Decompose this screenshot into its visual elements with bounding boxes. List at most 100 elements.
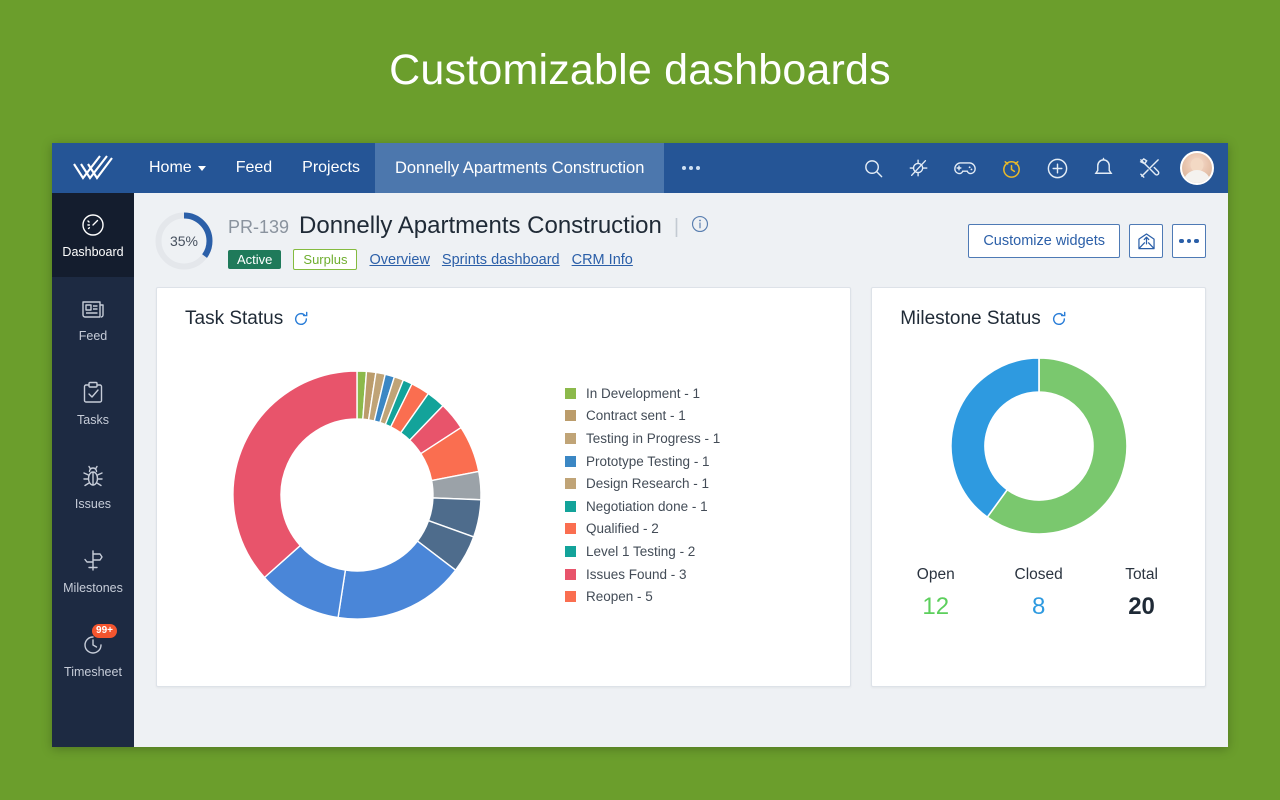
project-header: 35% PR-139 Donnelly Apartments Construct… [134, 193, 1228, 287]
plus-circle-icon[interactable] [1042, 153, 1072, 183]
legend-label: Design Research - 1 [586, 476, 709, 491]
legend-swatch [565, 501, 576, 512]
tools-icon[interactable] [1134, 153, 1164, 183]
project-progress-ring: 35% [154, 211, 214, 271]
sidebar-item-milestones[interactable]: Milestones [52, 529, 134, 613]
legend-item[interactable]: Negotiation done - 1 [565, 495, 850, 518]
bug-icon [80, 464, 106, 490]
status-badge-active[interactable]: Active [228, 250, 281, 269]
top-navigation-bar: Home Feed Projects Donnelly Apartments C… [52, 143, 1228, 193]
legend-item[interactable]: Issues Found - 3 [565, 563, 850, 586]
nav-items: Home Feed Projects Donnelly Apartments C… [134, 143, 664, 193]
milestone-stat-total: Total 20 [1090, 566, 1193, 621]
legend-item[interactable]: Prototype Testing - 1 [565, 450, 850, 473]
legend-swatch [565, 546, 576, 557]
gauge-icon [80, 212, 106, 238]
sidebar-item-issues[interactable]: Issues [52, 445, 134, 529]
milestone-stat-value[interactable]: 12 [884, 593, 987, 621]
legend-label: In Development - 1 [586, 386, 700, 401]
envelope-send-icon[interactable] [1129, 224, 1163, 258]
project-code: PR-139 [228, 217, 289, 238]
timer-clock-icon[interactable] [996, 153, 1026, 183]
plug-disconnect-icon[interactable] [904, 153, 934, 183]
more-options-button[interactable] [1172, 224, 1206, 258]
refresh-icon[interactable] [1051, 311, 1067, 327]
header-actions: Customize widgets [968, 224, 1206, 258]
project-info: PR-139 Donnelly Apartments Construction … [228, 212, 954, 270]
task-status-legend: In Development - 1 Contract sent - 1 Testi… [557, 382, 850, 608]
user-avatar[interactable] [1180, 151, 1214, 185]
milestone-stat-closed: Closed8 [987, 566, 1090, 621]
legend-label: Qualified - 2 [586, 521, 659, 536]
nav-item-label: Home [149, 159, 192, 177]
stopwatch-icon: 99+ [80, 632, 106, 658]
clipboard-check-icon [80, 380, 106, 406]
sidebar-item-label: Feed [79, 329, 108, 343]
project-title-row: PR-139 Donnelly Apartments Construction … [228, 212, 954, 240]
legend-label: Level 1 Testing - 2 [586, 544, 695, 559]
customize-widgets-button[interactable]: Customize widgets [968, 224, 1120, 258]
title-separator: | [672, 216, 681, 239]
legend-item[interactable]: Testing in Progress - 1 [565, 427, 850, 450]
milestone-stats: Open12Closed8Total20 [872, 566, 1205, 621]
legend-label: Contract sent - 1 [586, 408, 686, 423]
legend-swatch [565, 478, 576, 489]
link-overview[interactable]: Overview [369, 252, 429, 268]
widget-title: Milestone Status [900, 308, 1040, 330]
info-circle-icon[interactable] [691, 215, 709, 238]
sidebar-item-timesheet[interactable]: 99+ Timesheet [52, 613, 134, 697]
nav-item-current-project[interactable]: Donnelly Apartments Construction [375, 143, 664, 193]
legend-swatch [565, 388, 576, 399]
sidebar-item-label: Issues [75, 497, 111, 511]
main-content: 35% PR-139 Donnelly Apartments Construct… [134, 193, 1228, 747]
left-sidebar: Dashboard Feed [52, 193, 134, 747]
nav-more-tabs-button[interactable] [664, 143, 718, 193]
legend-swatch [565, 591, 576, 602]
nav-item-projects[interactable]: Projects [287, 143, 375, 193]
legend-label: Prototype Testing - 1 [586, 454, 710, 469]
task-status-donut-svg [229, 367, 485, 623]
ellipsis-icon [1179, 239, 1199, 244]
nav-item-home[interactable]: Home [134, 143, 221, 193]
milestone-status-body: Open12Closed8Total20 [872, 330, 1205, 660]
chevron-down-icon [198, 166, 206, 171]
widget-milestone-status: Milestone Status Open12Closed8Total20 [871, 287, 1206, 687]
milestone-stat-label: Total [1090, 566, 1193, 584]
timesheet-badge: 99+ [92, 624, 117, 638]
widget-task-status: Task Status In Development - 1Cont [156, 287, 851, 687]
legend-item[interactable]: Level 1 Testing - 2 [565, 540, 850, 563]
legend-item[interactable]: Contract sent - 1 [565, 405, 850, 428]
app-body: Dashboard Feed [52, 193, 1228, 747]
sidebar-item-label: Dashboard [62, 245, 123, 259]
refresh-icon[interactable] [293, 311, 309, 327]
sidebar-item-feed[interactable]: Feed [52, 277, 134, 361]
legend-swatch [565, 433, 576, 444]
widgets-grid: Task Status In Development - 1Cont [134, 287, 1228, 687]
sidebar-item-tasks[interactable]: Tasks [52, 361, 134, 445]
legend-label: Testing in Progress - 1 [586, 431, 720, 446]
sidebar-item-label: Timesheet [64, 665, 122, 679]
project-meta-row: Active Surplus Overview Sprints dashboar… [228, 249, 954, 270]
legend-item[interactable]: Qualified - 2 [565, 518, 850, 541]
widget-title-row: Milestone Status [872, 288, 1205, 330]
nav-item-feed[interactable]: Feed [221, 143, 287, 193]
sidebar-item-label: Milestones [63, 581, 123, 595]
bell-icon[interactable] [1088, 153, 1118, 183]
milestone-status-donut-svg [949, 356, 1129, 536]
link-crm-info[interactable]: CRM Info [572, 252, 633, 268]
nav-right-icons [858, 143, 1228, 193]
link-sprints-dashboard[interactable]: Sprints dashboard [442, 252, 560, 268]
legend-swatch [565, 569, 576, 580]
sidebar-item-dashboard[interactable]: Dashboard [52, 193, 134, 277]
legend-item[interactable]: Design Research - 1 [565, 472, 850, 495]
app-logo[interactable] [52, 143, 134, 193]
gamepad-icon[interactable] [950, 153, 980, 183]
milestone-stat-value[interactable]: 8 [987, 593, 1090, 621]
milestone-stat-value: 20 [1090, 593, 1193, 621]
legend-item[interactable]: In Development - 1 [565, 382, 850, 405]
status-badge-surplus[interactable]: Surplus [293, 249, 357, 270]
search-icon[interactable] [858, 153, 888, 183]
legend-label: Negotiation done - 1 [586, 499, 708, 514]
legend-item[interactable]: Reopen - 5 [565, 585, 850, 608]
newspaper-icon [80, 296, 106, 322]
